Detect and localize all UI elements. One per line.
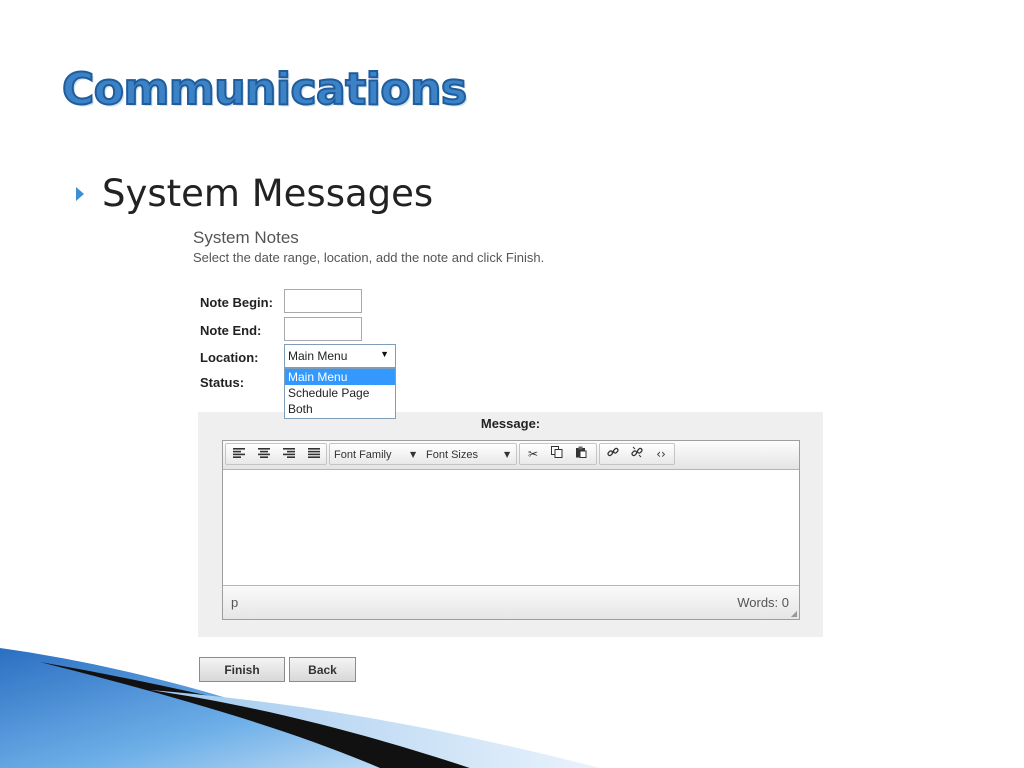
link-group: ‹› xyxy=(599,443,675,465)
align-right-icon[interactable] xyxy=(279,446,299,462)
align-left-icon[interactable] xyxy=(229,446,249,462)
location-select[interactable]: Main Menu ▼ xyxy=(284,344,396,368)
finish-button[interactable]: Finish xyxy=(199,657,285,682)
note-begin-input[interactable] xyxy=(284,289,362,313)
location-option-both[interactable]: Both xyxy=(285,401,395,417)
location-select-value: Main Menu xyxy=(288,349,348,363)
font-family-select[interactable]: Font Family xyxy=(334,447,391,463)
message-panel: Message: Font Family ▼ Font Sizes ▼ ✂ ‹›… xyxy=(198,412,823,637)
system-notes-instructions: Select the date range, location, add the… xyxy=(193,250,545,265)
dropdown-arrow-icon: ▼ xyxy=(380,349,389,359)
location-dropdown-list: Main Menu Schedule Page Both xyxy=(284,368,396,419)
paste-icon[interactable] xyxy=(571,446,591,462)
cut-icon[interactable]: ✂ xyxy=(523,446,543,462)
location-label: Location: xyxy=(200,350,259,365)
location-option-schedule-page[interactable]: Schedule Page xyxy=(285,385,395,401)
clipboard-group: ✂ xyxy=(519,443,597,465)
editor-statusbar: p Words: 0 ◢ xyxy=(223,585,799,619)
word-count: Words: 0 xyxy=(737,595,789,610)
unlink-icon[interactable] xyxy=(627,446,647,462)
rich-text-editor: Font Family ▼ Font Sizes ▼ ✂ ‹› p Words:… xyxy=(222,440,800,620)
align-center-icon[interactable] xyxy=(254,446,274,462)
font-family-caret-icon: ▼ xyxy=(410,450,417,459)
slide-title: Communications xyxy=(61,63,468,116)
slide-decoration xyxy=(0,648,600,768)
message-edit-area[interactable] xyxy=(223,470,799,586)
bullet-system-messages: System Messages xyxy=(102,172,434,215)
font-sizes-select[interactable]: Font Sizes xyxy=(426,447,478,463)
source-code-icon[interactable]: ‹› xyxy=(651,446,671,462)
font-group: Font Family ▼ Font Sizes ▼ xyxy=(329,443,517,465)
note-end-input[interactable] xyxy=(284,317,362,341)
location-option-main-menu[interactable]: Main Menu xyxy=(285,369,395,385)
bullet-arrow-icon xyxy=(76,187,84,201)
back-button[interactable]: Back xyxy=(289,657,356,682)
resize-handle-icon[interactable]: ◢ xyxy=(791,609,797,618)
element-path[interactable]: p xyxy=(231,595,238,610)
system-notes-title: System Notes xyxy=(193,228,299,247)
link-icon[interactable] xyxy=(603,446,623,462)
status-label: Status: xyxy=(200,375,245,390)
font-sizes-caret-icon: ▼ xyxy=(504,450,511,459)
note-begin-label: Note Begin: xyxy=(200,295,273,310)
copy-icon[interactable] xyxy=(547,446,567,462)
editor-toolbar: Font Family ▼ Font Sizes ▼ ✂ ‹› xyxy=(223,441,799,470)
note-end-label: Note End: xyxy=(200,323,262,338)
align-justify-icon[interactable] xyxy=(304,446,324,462)
alignment-group xyxy=(225,443,327,465)
